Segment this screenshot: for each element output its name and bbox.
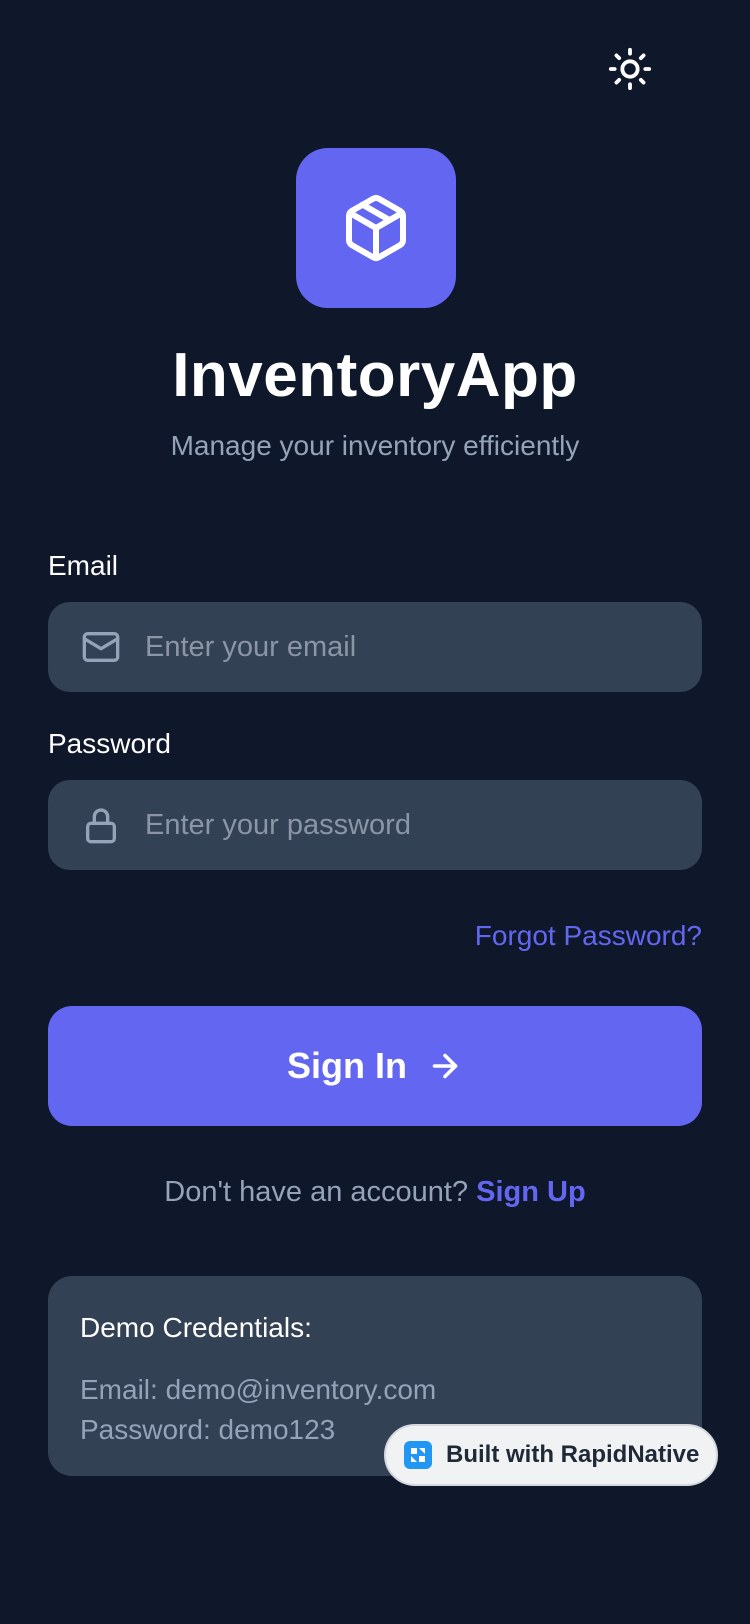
demo-credentials-title: Demo Credentials: bbox=[80, 1312, 312, 1343]
app-subtitle: Manage your inventory efficiently bbox=[170, 430, 580, 461]
password-input[interactable] bbox=[145, 780, 702, 870]
forgot-password-link[interactable]: Forgot Password? bbox=[475, 920, 702, 952]
demo-email: Email: demo@inventory.com bbox=[80, 1374, 437, 1405]
badge-label: Built with RapidNative bbox=[446, 1441, 700, 1468]
email-input[interactable] bbox=[145, 602, 702, 692]
package-icon bbox=[340, 192, 412, 264]
sun-icon bbox=[607, 46, 653, 92]
email-label: Email bbox=[48, 550, 119, 581]
signup-prompt: Don't have an account? Sign Up bbox=[0, 1176, 750, 1209]
password-input-container[interactable] bbox=[48, 780, 702, 870]
mail-icon bbox=[81, 627, 121, 667]
signup-prompt-text: Don't have an account? bbox=[164, 1176, 477, 1208]
email-input-container[interactable] bbox=[48, 602, 702, 692]
theme-toggle-button[interactable] bbox=[607, 46, 653, 92]
password-label: Password bbox=[48, 728, 171, 759]
app-logo bbox=[296, 148, 456, 308]
arrow-right-icon bbox=[427, 1048, 463, 1084]
built-with-badge[interactable]: Built with RapidNative bbox=[384, 1424, 718, 1486]
lock-icon bbox=[81, 805, 121, 845]
app-title: InventoryApp bbox=[172, 341, 578, 410]
sign-in-label: Sign In bbox=[287, 1045, 407, 1086]
sign-in-button[interactable]: Sign In bbox=[48, 1006, 702, 1126]
sign-up-link[interactable]: Sign Up bbox=[476, 1176, 586, 1208]
rapidnative-logo-icon bbox=[404, 1441, 432, 1469]
